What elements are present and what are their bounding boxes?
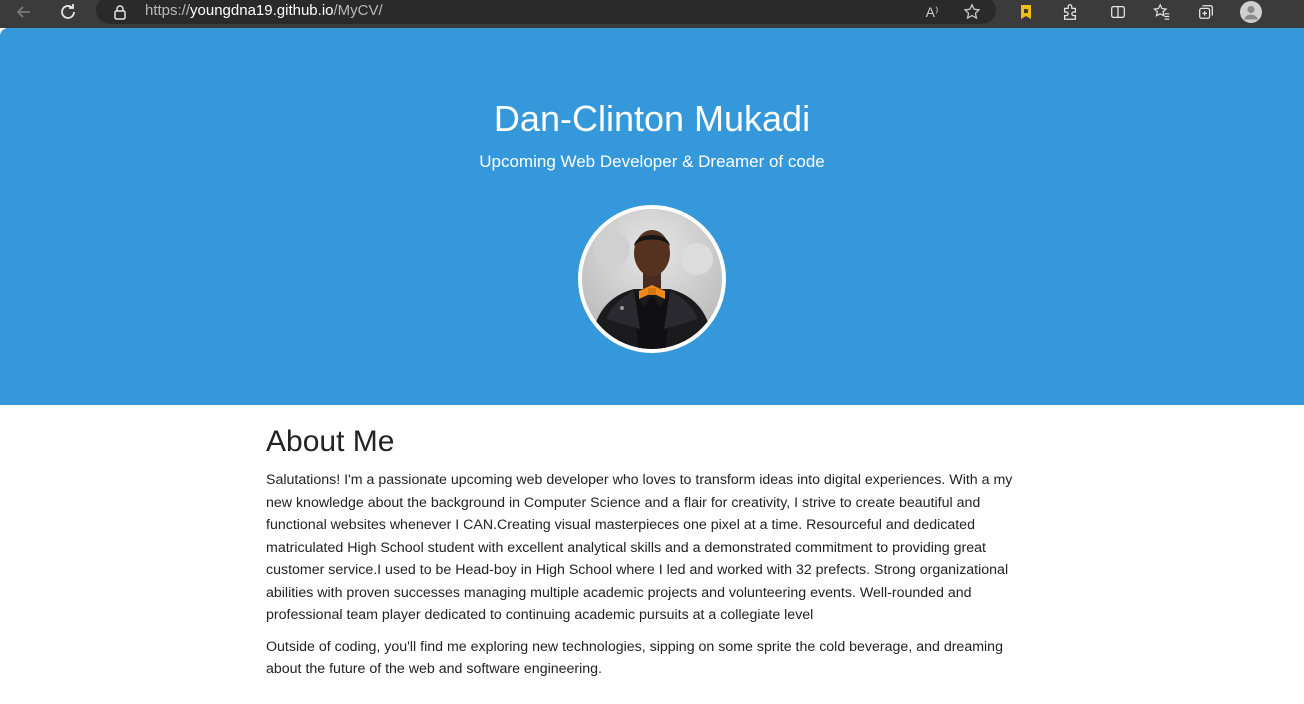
browser-toolbar: https://youngdna19.github.io/MyCV/ A⁾ — [0, 0, 1304, 28]
hero-name: Dan-Clinton Mukadi — [493, 98, 811, 139]
profile-icon[interactable] — [1238, 0, 1264, 24]
url-text[interactable]: https://youngdna19.github.io/MyCV/ — [145, 2, 383, 19]
lock-icon[interactable] — [110, 0, 130, 24]
back-icon[interactable] — [12, 0, 36, 24]
collections-icon[interactable] — [1194, 0, 1218, 24]
about-paragraph-2: Outside of coding, you'll find me explor… — [266, 638, 1003, 678]
extensions-icon[interactable] — [1058, 0, 1082, 24]
split-screen-icon[interactable] — [1106, 0, 1130, 24]
read-aloud-icon[interactable]: A⁾ — [920, 0, 944, 24]
refresh-icon[interactable] — [56, 0, 80, 24]
hero-tagline: Upcoming Web Developer & Dreamer of code — [479, 152, 825, 171]
hero-header: Dan-Clinton Mukadi Upcoming Web Develope… — [0, 28, 1304, 405]
webpage: Dan-Clinton Mukadi Upcoming Web Develope… — [0, 28, 1304, 704]
favorite-star-icon[interactable] — [960, 0, 984, 24]
about-heading: About Me — [266, 425, 395, 458]
about-paragraph-1: Salutations! I'm a passionate upcoming w… — [266, 472, 1013, 623]
about-section: About Me Salutations! I'm a passionate u… — [266, 425, 1041, 690]
favorites-icon[interactable] — [1150, 0, 1174, 24]
extension-badge-icon[interactable] — [1016, 0, 1036, 24]
profile-photo — [578, 205, 726, 353]
